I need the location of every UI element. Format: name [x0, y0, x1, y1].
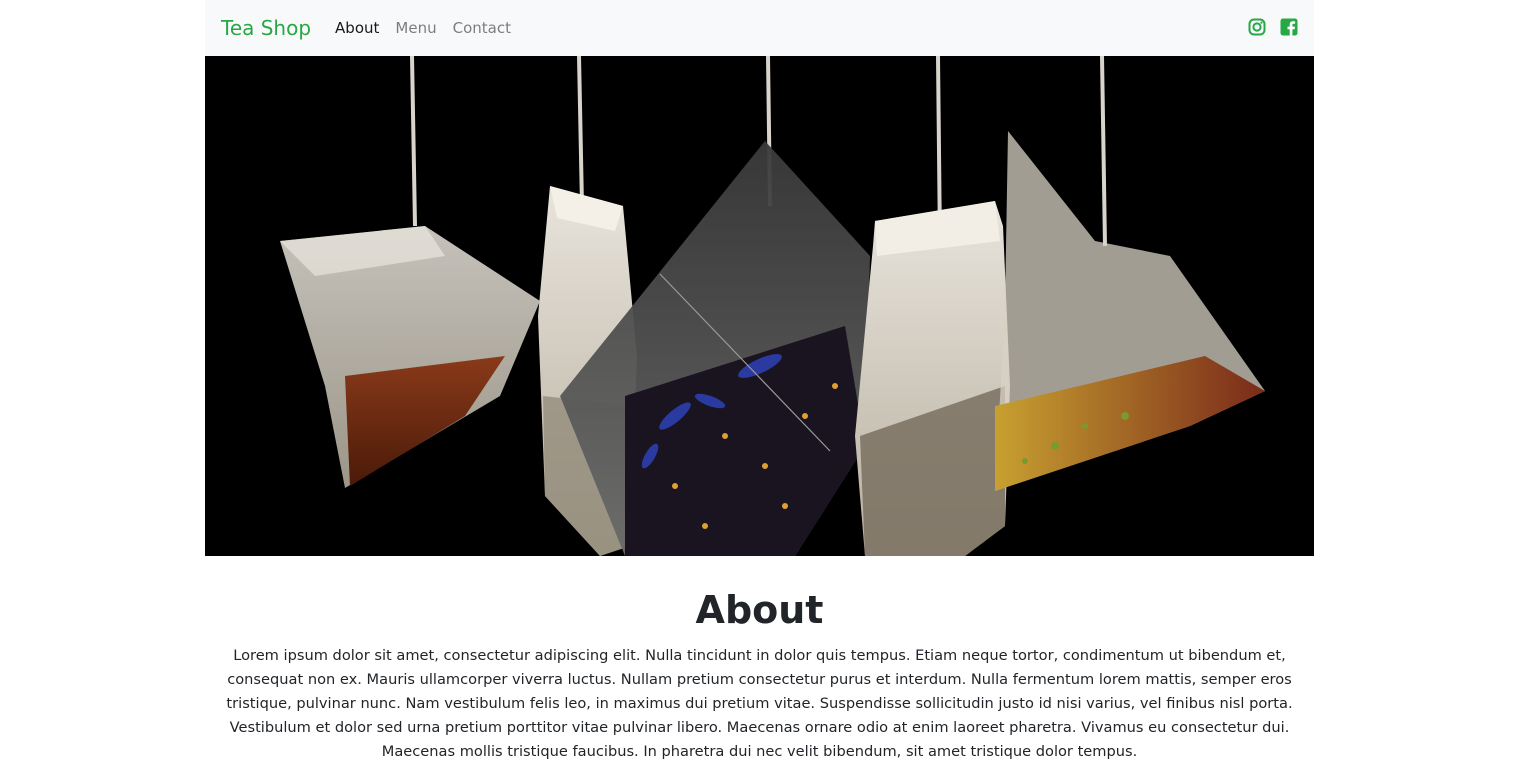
about-title: About [695, 588, 824, 632]
brand-link[interactable]: Tea Shop [221, 18, 311, 38]
instagram-icon[interactable] [1248, 18, 1266, 36]
hero-image [205, 56, 1314, 556]
navbar: Tea Shop About Menu Contact [205, 0, 1314, 56]
about-body: Lorem ipsum dolor sit amet, consectetur … [226, 646, 1293, 760]
nav-link-menu[interactable]: Menu [395, 19, 436, 37]
social-links [1248, 18, 1298, 36]
about-section: About Lorem ipsum dolor sit amet, consec… [205, 556, 1314, 764]
nav-links: About Menu Contact [335, 19, 511, 37]
nav-link-about[interactable]: About [335, 19, 379, 37]
nav-link-contact[interactable]: Contact [453, 19, 511, 37]
page-container: Tea Shop About Menu Contact About Lorem … [205, 0, 1314, 764]
facebook-icon[interactable] [1280, 18, 1298, 36]
